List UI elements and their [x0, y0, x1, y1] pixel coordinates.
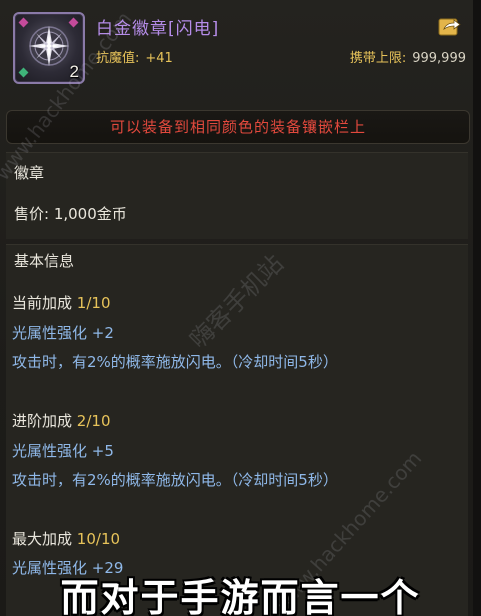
advanced-bonus-stat: 光属性强化 +5: [12, 442, 114, 460]
current-bonus-stat: 光属性强化 +2: [12, 324, 114, 342]
share-icon[interactable]: [438, 16, 462, 36]
basic-info-heading: 基本信息: [14, 252, 75, 270]
advanced-bonus-row: 进阶加成 2/10: [12, 410, 110, 431]
current-bonus-row: 当前加成 1/10: [12, 292, 110, 313]
advanced-bonus-value: 2/10: [76, 412, 111, 430]
item-tooltip-panel: 2 白金徽章[闪电] 抗魔值: +41 携带上限: 999,999 可以装备到相同颜…: [0, 0, 481, 616]
current-bonus-effect: 攻击时，有2%的概率施放闪电。（冷却时间5秒）: [12, 353, 338, 371]
carry-limit-value: 999,999: [412, 51, 466, 66]
current-bonus-label: 当前加成: [12, 294, 73, 312]
carry-limit-label: 携带上限:: [349, 51, 407, 66]
item-price: 售价: 1,000金币: [14, 205, 127, 223]
carry-limit: 携带上限: 999,999: [350, 47, 466, 66]
item-title: 白金徽章[闪电]: [96, 19, 220, 39]
current-bonus-value: 1/10: [76, 294, 111, 312]
item-stack-count: 2: [69, 62, 79, 81]
star-badge-icon[interactable]: 2: [13, 12, 85, 84]
advanced-bonus-effect: 攻击时，有2%的概率施放闪电。（冷却时间5秒）: [12, 471, 338, 489]
max-bonus-value: 10/10: [76, 530, 121, 548]
panel-right-frame: [473, 0, 481, 616]
max-bonus-label: 最大加成: [12, 530, 73, 548]
anti-magic-value: +41: [145, 51, 173, 66]
anti-magic-stat: 抗魔值: +41: [96, 47, 173, 66]
item-category: 徽章: [14, 164, 45, 182]
anti-magic-label: 抗魔值:: [96, 51, 140, 66]
equip-notice: 可以装备到相同颜色的装备镶嵌栏上: [6, 110, 470, 144]
video-subtitle: 而对于手游而言一个: [60, 576, 421, 616]
max-bonus-row: 最大加成 10/10: [12, 528, 120, 549]
category-section: [6, 152, 468, 239]
advanced-bonus-label: 进阶加成: [12, 412, 73, 430]
